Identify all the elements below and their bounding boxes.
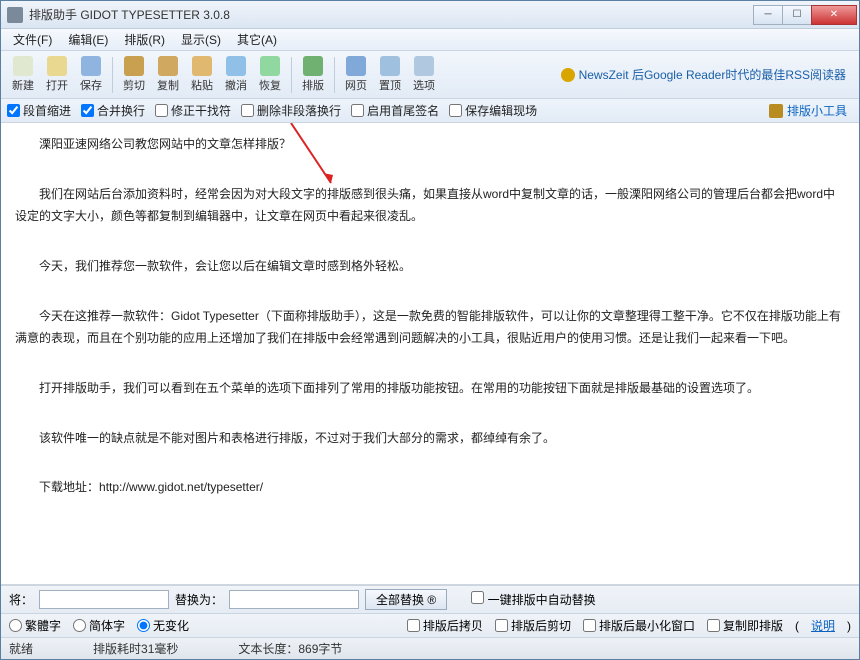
auto-replace-check[interactable]: 一键排版中自动替换 — [471, 591, 595, 608]
news-link[interactable]: NewsZeit 后Google Reader时代的最佳RSS阅读器 — [561, 66, 854, 83]
new-button[interactable]: 新建 — [6, 54, 40, 96]
titlebar: 排版助手 GIDOT TYPESETTER 3.0.8 ─ ☐ ✕ — [1, 1, 859, 29]
redo-button[interactable]: 恢复 — [253, 54, 287, 96]
options-button[interactable]: 选项 — [407, 54, 441, 96]
copy-button[interactable]: 复制 — [151, 54, 185, 96]
typeset-button[interactable]: 排版 — [296, 54, 330, 96]
find-input[interactable] — [39, 590, 169, 609]
opt-del-nonpara[interactable]: 删除非段落换行 — [241, 102, 341, 119]
menu-show[interactable]: 显示(S) — [173, 29, 229, 50]
opt-keep-scene[interactable]: 保存编辑现场 — [449, 102, 537, 119]
help-link[interactable]: 说明 — [811, 617, 835, 634]
replace-input[interactable] — [229, 590, 359, 609]
menu-edit[interactable]: 编辑(E) — [60, 29, 116, 50]
cut-button[interactable]: 剪切 — [117, 54, 151, 96]
paragraph: 下载地址：http://www.gidot.net/typesetter/ — [15, 476, 845, 499]
chk-after-copy[interactable]: 排版后拷贝 — [407, 617, 483, 634]
status-length: 文本长度：869字节 — [238, 640, 342, 657]
replace-all-button[interactable]: 全部替换 ® — [365, 589, 447, 610]
replace-label: 替换为： — [175, 591, 223, 608]
undo-button[interactable]: 撤消 — [219, 54, 253, 96]
save-button[interactable]: 保存 — [74, 54, 108, 96]
menu-layout[interactable]: 排版(R) — [116, 29, 173, 50]
menubar: 文件(F) 编辑(E) 排版(R) 显示(S) 其它(A) — [1, 29, 859, 51]
paragraph: 溧阳亚速网络公司教您网站中的文章怎样排版？ — [15, 133, 845, 156]
editor-area[interactable]: 溧阳亚速网络公司教您网站中的文章怎样排版？ 我们在网站后台添加资料时，经常会因为… — [1, 123, 859, 585]
paragraph: 打开排版助手，我们可以看到在五个菜单的选项下面排列了常用的排版功能按钮。在常用的… — [15, 377, 845, 400]
chk-after-min[interactable]: 排版后最小化窗口 — [583, 617, 695, 634]
radio-simp[interactable]: 简体字 — [73, 617, 125, 634]
status-bar: 就绪 排版耗时31毫秒 文本长度：869字节 — [1, 637, 859, 659]
status-ready: 就绪 — [9, 640, 33, 657]
star-icon — [561, 68, 575, 82]
opt-merge-wrap[interactable]: 合并换行 — [81, 102, 145, 119]
chk-after-cut[interactable]: 排版后剪切 — [495, 617, 571, 634]
paragraph: 今天，我们推荐您一款软件，会让您以后在编辑文章时感到格外轻松。 — [15, 255, 845, 278]
window-title: 排版助手 GIDOT TYPESETTER 3.0.8 — [29, 6, 754, 23]
top-button[interactable]: 置顶 — [373, 54, 407, 96]
find-label: 将： — [9, 591, 33, 608]
close-button[interactable]: ✕ — [811, 5, 857, 25]
opt-enable-sign[interactable]: 启用首尾签名 — [351, 102, 439, 119]
menu-other[interactable]: 其它(A) — [229, 29, 285, 50]
radio-bar: 繁體字 简体字 无变化 排版后拷贝 排版后剪切 排版后最小化窗口 复制即排版 (… — [1, 613, 859, 637]
web-button[interactable]: 网页 — [339, 54, 373, 96]
chk-copy-then[interactable]: 复制即排版 — [707, 617, 783, 634]
opt-trim-fix[interactable]: 修正干找符 — [155, 102, 231, 119]
wrench-icon — [769, 104, 783, 118]
paragraph: 今天在这推荐一款软件：Gidot Typesetter（下面称排版助手），这是一… — [15, 305, 845, 351]
replace-bar: 将： 替换为： 全部替换 ® 一键排版中自动替换 — [1, 585, 859, 613]
app-window: 排版助手 GIDOT TYPESETTER 3.0.8 ─ ☐ ✕ 文件(F) … — [0, 0, 860, 660]
minimize-button[interactable]: ─ — [753, 5, 783, 25]
paragraph: 我们在网站后台添加资料时，经常会因为对大段文字的排版感到很头痛，如果直接从wor… — [15, 183, 845, 229]
tools-link[interactable]: 排版小工具 — [769, 102, 853, 119]
paragraph: 该软件唯一的缺点就是不能对图片和表格进行排版，不过对于我们大部分的需求，都绰绰有… — [15, 427, 845, 450]
open-button[interactable]: 打开 — [40, 54, 74, 96]
opt-para-indent[interactable]: 段首缩进 — [7, 102, 71, 119]
radio-trad[interactable]: 繁體字 — [9, 617, 61, 634]
status-elapsed: 排版耗时31毫秒 — [93, 640, 178, 657]
paste-button[interactable]: 粘贴 — [185, 54, 219, 96]
toolbar: 新建 打开 保存 剪切 复制 粘贴 撤消 恢复 排版 网页 置顶 选项 News… — [1, 51, 859, 99]
radio-none[interactable]: 无变化 — [137, 617, 189, 634]
options-bar: 段首缩进 合并换行 修正干找符 删除非段落换行 启用首尾签名 保存编辑现场 排版… — [1, 99, 859, 123]
window-controls: ─ ☐ ✕ — [754, 5, 857, 25]
menu-file[interactable]: 文件(F) — [5, 29, 60, 50]
app-icon — [7, 7, 23, 23]
maximize-button[interactable]: ☐ — [782, 5, 812, 25]
